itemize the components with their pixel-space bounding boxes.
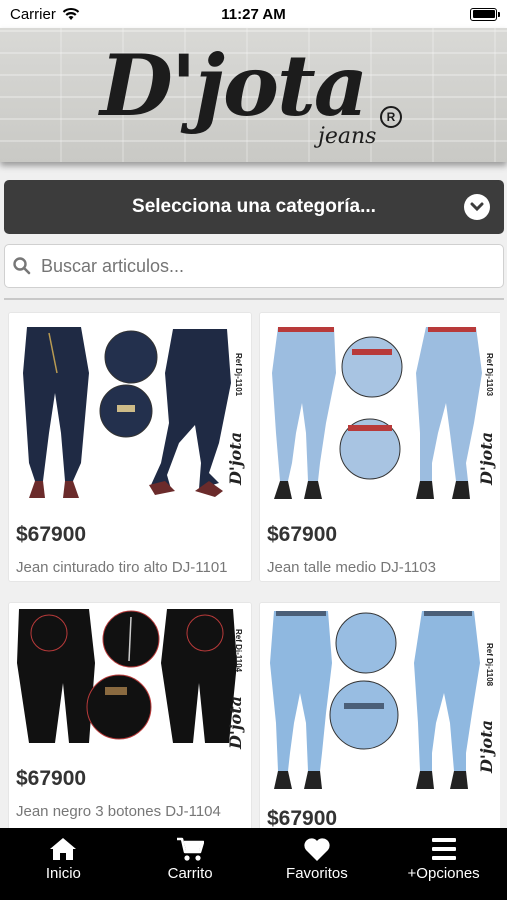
product-ref: Ref Dj-1101 xyxy=(234,353,243,397)
product-price: $67900 xyxy=(16,767,87,790)
product-brand-mark: D'jota xyxy=(226,432,245,485)
product-name[interactable]: Jean cinturado tiro alto DJ-1101 xyxy=(9,547,251,576)
battery-icon xyxy=(470,7,500,21)
tab-carrito[interactable]: Carrito xyxy=(127,828,254,900)
tab-favoritos[interactable]: Favoritos xyxy=(254,828,381,900)
tab-label: Carrito xyxy=(167,865,213,882)
brand-header: D'jota R jeans xyxy=(0,28,507,162)
product-name[interactable]: Jean talle medio DJ-1103 xyxy=(260,547,500,576)
menu-icon xyxy=(431,838,456,860)
search-box[interactable] xyxy=(4,244,504,288)
divider xyxy=(4,298,504,300)
product-image[interactable]: Ref Dj-1103 D'jota xyxy=(260,313,500,509)
status-bar: Carrier 11:27 AM xyxy=(0,0,507,28)
tab-bar: Inicio Carrito Favoritos +Opciones xyxy=(0,828,507,900)
product-card[interactable]: Ref Dj-1108 D'jota $67900 xyxy=(259,602,500,828)
tab-label: Inicio xyxy=(45,865,81,882)
product-brand-mark: D'jota xyxy=(226,696,245,749)
category-select[interactable]: Selecciona una categoría... xyxy=(4,180,504,234)
home-icon xyxy=(50,838,77,860)
registered-mark: R xyxy=(380,106,402,128)
product-ref: Ref Dj-1108 xyxy=(485,643,494,687)
tab-label: +Opciones xyxy=(407,865,480,882)
tab-opciones[interactable]: +Opciones xyxy=(380,828,507,900)
cart-icon xyxy=(177,837,205,861)
search-icon xyxy=(13,257,31,275)
chevron-down-icon xyxy=(464,194,490,220)
product-price: $67900 xyxy=(267,807,338,828)
search-input[interactable] xyxy=(41,255,481,277)
product-brand-mark: D'jota xyxy=(477,720,496,773)
product-ref: Ref Dj-1104 xyxy=(234,629,243,673)
product-card[interactable]: Ref Dj-1103 D'jota $67900 Jean talle med… xyxy=(259,312,500,582)
brand-subtitle: jeans xyxy=(318,124,377,149)
product-brand-mark: D'jota xyxy=(477,432,496,485)
product-grid[interactable]: Ref Dj-1101 D'jota $67900 Jean cinturado… xyxy=(8,312,500,828)
category-select-label: Selecciona una categoría... xyxy=(132,196,376,217)
product-price: $67900 xyxy=(16,523,87,546)
status-time: 11:27 AM xyxy=(221,5,286,23)
product-card[interactable]: Ref Dj-1104 D'jota $67900 Jean negro 3 b… xyxy=(8,602,252,828)
heart-icon xyxy=(304,838,330,861)
product-image[interactable]: Ref Dj-1101 D'jota xyxy=(9,313,251,509)
product-image[interactable]: Ref Dj-1104 D'jota xyxy=(9,603,251,753)
product-price: $67900 xyxy=(267,523,338,546)
product-name[interactable]: Jean negro 3 botones DJ-1104 xyxy=(9,791,251,820)
product-card[interactable]: Ref Dj-1101 D'jota $67900 Jean cinturado… xyxy=(8,312,252,582)
tab-label: Favoritos xyxy=(286,865,348,882)
product-image[interactable]: Ref Dj-1108 D'jota xyxy=(260,603,500,797)
brand-logo: D'jota xyxy=(100,36,368,135)
tab-inicio[interactable]: Inicio xyxy=(0,828,127,900)
wifi-icon xyxy=(62,7,80,20)
carrier-label: Carrier xyxy=(10,5,56,23)
product-ref: Ref Dj-1103 xyxy=(485,353,494,397)
